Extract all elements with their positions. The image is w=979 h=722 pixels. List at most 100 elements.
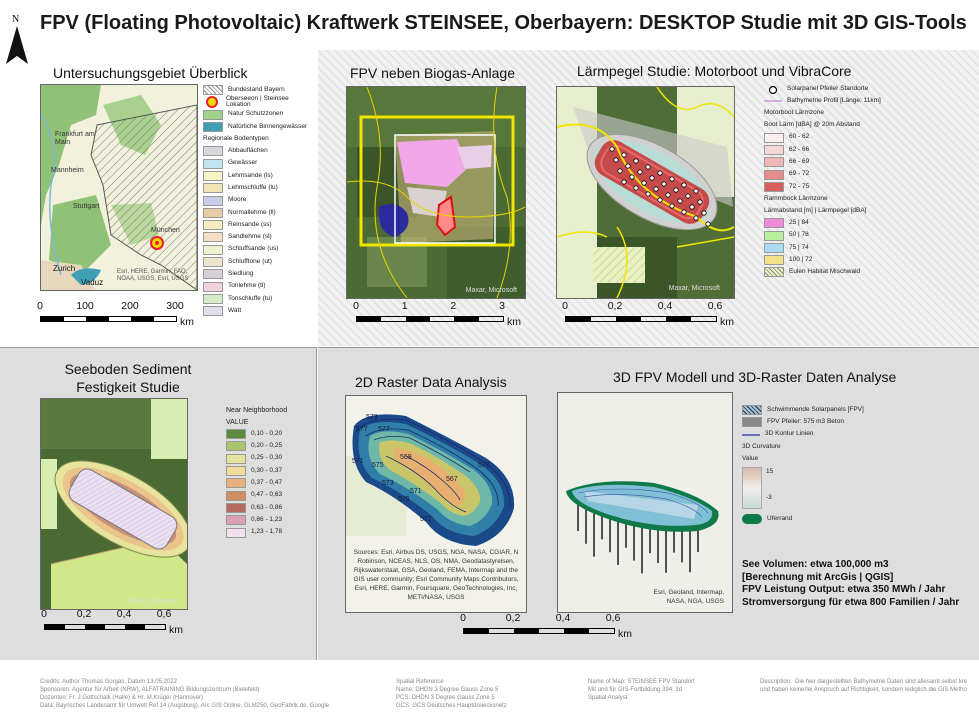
- overview-legend-label: Gewässer: [228, 159, 258, 167]
- overview-legend-item: Reinsande (ss): [203, 219, 315, 231]
- scale-segment: [616, 317, 641, 321]
- sediment-legend-swatch: [226, 466, 246, 477]
- map-label-muenchen: München: [151, 227, 180, 234]
- panel2-title: FPV neben Biogas-Anlage: [350, 65, 515, 81]
- overview-legend-item: Natur Schutzzonen: [203, 109, 315, 121]
- raster-2d-map[interactable]: 573 577 577 569 571 575 573 567 571 571 …: [345, 395, 527, 613]
- noise-legend-header: Boot Lärm [dBA] @ 20m Abstand: [764, 121, 860, 129]
- overview-legend-label: Watt: [228, 306, 242, 314]
- sediment-legend-label: 0,63 - 0,86: [251, 503, 283, 511]
- overview-map[interactable]: Frankfurt am Main Mannheim Stuttgart Mün…: [40, 84, 198, 291]
- north-arrow: N: [4, 14, 30, 66]
- contour-label: 573: [366, 414, 378, 421]
- noise-legend-header: Lärmabstand [m] | Lärmpegel [dBA]: [764, 206, 867, 214]
- panel5-title: 2D Raster Data Analysis: [355, 374, 507, 390]
- curvature-color-ramp: [742, 466, 762, 509]
- scale-segment: [405, 317, 430, 321]
- overview-legend-item: Tonschluffe (tu): [203, 293, 315, 305]
- noise-legend-swatch: [764, 181, 784, 192]
- scale-unit-label: km: [507, 316, 521, 328]
- raster-2d-sources: Sources: Esri, Airbus DS, USGS, NGA, NAS…: [353, 549, 519, 601]
- scale-tick-label: 0,4: [657, 300, 673, 312]
- overview-legend-swatch: [203, 146, 223, 157]
- overview-legend-item: Tonlehme (tl): [203, 280, 315, 292]
- pillar-location-dot: [645, 191, 651, 197]
- raster-2d-scale-bar: 0 0,2 0,4 0,6 km: [460, 612, 638, 644]
- overview-legend-label: Reinsande (ss): [228, 220, 272, 228]
- uferrand-label: Uferrand: [767, 514, 793, 522]
- sediment-legend-swatch: [226, 527, 246, 538]
- noise-legend-item: Eulen Habitat Mischwald: [764, 266, 974, 278]
- scale-tick-label: 3: [499, 300, 505, 312]
- pillar-location-dot: [617, 168, 623, 174]
- pillar-location-dot: [681, 209, 687, 215]
- overview-legend-header: Regionale Bodentypen: [203, 134, 269, 142]
- overview-legend-label: Lehmsande (ls): [228, 171, 273, 179]
- page-title: FPV (Floating Photovoltaic) Kraftwerk ST…: [40, 12, 967, 34]
- fpv-legend-swatch: [742, 431, 760, 439]
- pillar-location-dot: [629, 174, 635, 180]
- pillar-location-dot: [653, 186, 659, 192]
- pillar-location-dot: [633, 185, 639, 191]
- noise-legend-item: 25 | 84: [764, 217, 974, 229]
- pillar-location-dot: [697, 199, 703, 205]
- footer-description: Description: Die hier dargestellten Bath…: [760, 679, 968, 693]
- noise-map[interactable]: Maxar, Microsoft: [556, 86, 735, 299]
- scale-tick-label: 0,2: [76, 608, 92, 620]
- scale-tick-label: 2: [450, 300, 457, 312]
- map-label-zurich: Zurich: [53, 264, 76, 273]
- pillar-location-dot: [657, 170, 663, 176]
- overview-legend-swatch: [203, 85, 223, 96]
- overview-legend-swatch: [203, 170, 223, 181]
- noise-legend-label: 50 | 78: [789, 231, 809, 239]
- fpv-3d-view[interactable]: Esri, Geoland, Intermap, NASA, NGA, USGS: [557, 392, 733, 613]
- noise-legend-swatch: [764, 97, 782, 105]
- biogas-map[interactable]: Maxar, Microsoft: [346, 86, 526, 299]
- contour-label: 577: [356, 426, 368, 433]
- sediment-legend-label: 0,20 - 0,25: [251, 442, 283, 450]
- sediment-legend-item: 0,63 - 0,86: [226, 502, 316, 514]
- scale2-bar: [356, 316, 504, 322]
- pillar-location-dot: [609, 146, 615, 152]
- noise-legend-swatch: [764, 85, 782, 95]
- overview-legend-swatch: [203, 269, 223, 280]
- scale1-bar: [40, 316, 177, 322]
- scale-segment: [131, 317, 154, 321]
- noise-legend-swatch: [764, 132, 784, 143]
- noise-legend-swatch: [764, 218, 784, 229]
- noise-legend-label: 66 - 69: [789, 158, 810, 166]
- panel4-title-line1: Seeboden Sediment: [64, 361, 192, 377]
- pillar-location-dot: [641, 180, 647, 186]
- scale-segment: [454, 317, 479, 321]
- scale-segment: [666, 317, 691, 321]
- sediment-attribution: Maxar, Microsoft: [127, 598, 179, 605]
- scale-segment: [85, 625, 105, 629]
- fpv-legend-item: 3D Kontur Linien: [742, 429, 952, 441]
- sediment-legend-swatch: [226, 515, 246, 526]
- scale-segment: [464, 629, 489, 633]
- pillar-location-dot: [621, 179, 627, 185]
- noise-legend-item: 62 - 66: [764, 144, 974, 156]
- map-label-frankfurt: Frankfurt am Main: [55, 131, 95, 146]
- contour-label: 575: [398, 496, 410, 503]
- overview-legend-item: Natürliche Binnengewässer: [203, 121, 315, 133]
- contour-label: 573: [382, 480, 394, 487]
- sediment-legend-item: 0,37 - 0,47: [226, 477, 316, 489]
- pillar-location-dot: [649, 175, 655, 181]
- overview-legend-item: Lehmsande (ls): [203, 170, 315, 182]
- overview-map-graphic: [41, 85, 197, 290]
- noise-legend-label: Eulen Habitat Mischwald: [789, 268, 861, 276]
- pillar-location-dot: [677, 198, 683, 204]
- sediment-legend-swatch: [226, 502, 246, 513]
- sediment-map[interactable]: Maxar, Microsoft: [40, 398, 188, 610]
- noise-legend: Solarpanel Pfeiler Standorte Bathymetrie …: [764, 83, 974, 279]
- contour-label: 577: [478, 462, 490, 469]
- sediment-legend-swatch: [226, 453, 246, 464]
- sediment-legend-swatch: [226, 429, 246, 440]
- scale-tick-label: 100: [76, 300, 94, 312]
- fpv-legend-label: 3D Kontur Linien: [765, 430, 814, 438]
- overview-legend-label: Schlufftone (ut): [228, 257, 272, 265]
- fpv-legend-item: FPV Pfeiler: 575 m3 Beton: [742, 416, 952, 428]
- noise-legend-label: 60 - 62: [789, 133, 810, 141]
- sediment-legend-item: 0,20 - 0,25: [226, 440, 316, 452]
